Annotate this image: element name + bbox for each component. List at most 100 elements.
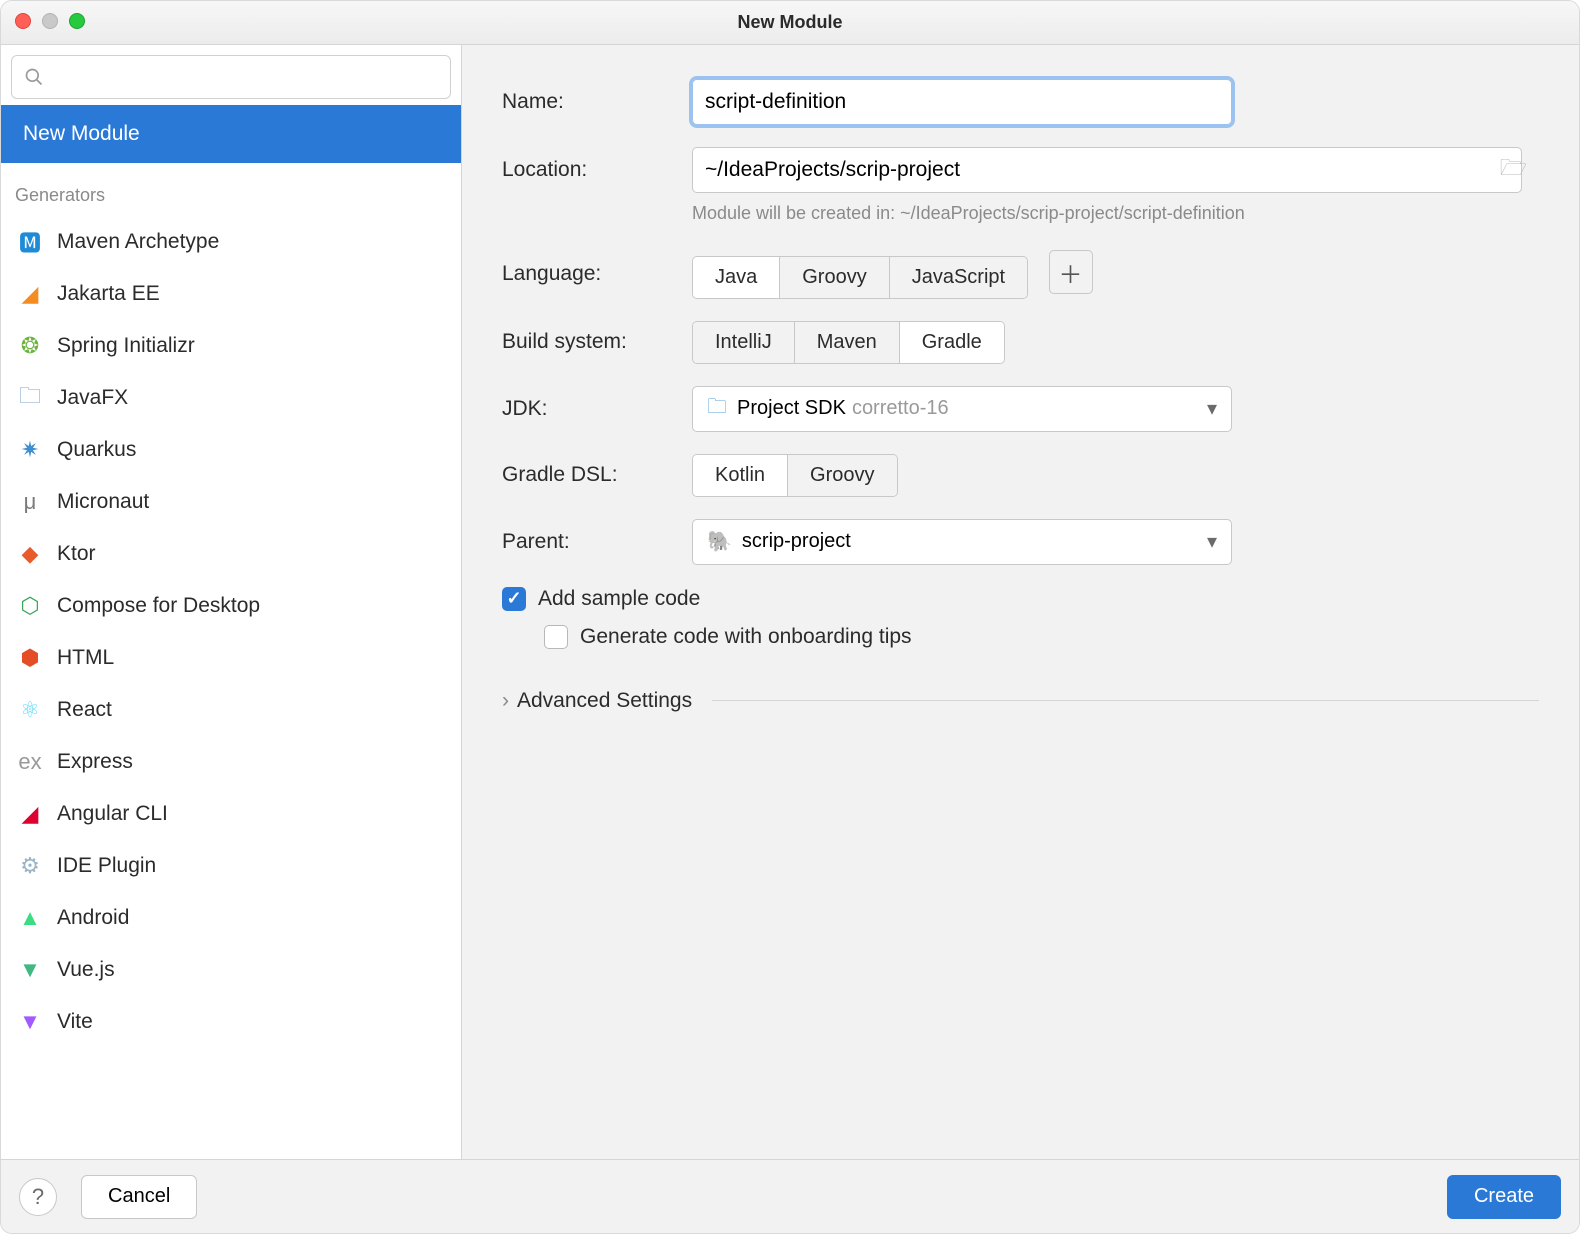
onboarding-tips-checkbox[interactable]: Generate code with onboarding tips (544, 625, 1539, 649)
sidebar-generators-header: Generators (1, 163, 461, 216)
sidebar-item-label: Maven Archetype (57, 230, 219, 254)
checkbox-checked-icon: ✓ (502, 587, 526, 611)
generator-icon: ❂ (17, 333, 43, 359)
language-label: Language: (502, 262, 692, 286)
sidebar-item-label: IDE Plugin (57, 854, 156, 878)
sidebar-item-react[interactable]: ⚛ React (1, 684, 461, 736)
sidebar-item-ktor[interactable]: ◆Ktor (1, 528, 461, 580)
search-icon (24, 67, 44, 87)
sidebar-item-angular-cli[interactable]: ◢ Angular CLI (1, 788, 461, 840)
sidebar-item-jakarta-ee[interactable]: ◢ Jakarta EE (1, 268, 461, 320)
add-language-button[interactable]: ＋ (1049, 250, 1093, 294)
generator-icon: ⬡ (17, 593, 43, 619)
parent-label: Parent: (502, 530, 692, 554)
sidebar-item-vite[interactable]: ▼ Vite (1, 996, 461, 1048)
generator-icon: ⚙ (17, 853, 43, 879)
elephant-icon: 🐘 (707, 529, 732, 554)
footer: ? Cancel Create (1, 1159, 1579, 1233)
generator-icon: ⚛ (17, 697, 43, 723)
sidebar-item-express[interactable]: ex Express (1, 736, 461, 788)
sidebar-item-compose-for-desktop[interactable]: ⬡ Compose for Desktop (1, 580, 461, 632)
browse-folder-icon[interactable]: 🗁 (1500, 151, 1527, 189)
build-option-gradle[interactable]: Gradle (900, 322, 1004, 363)
generator-icon: ▲ (17, 905, 43, 931)
cancel-button[interactable]: Cancel (81, 1175, 197, 1219)
generator-icon: 🅼 (17, 229, 43, 255)
parent-value: scrip-project (742, 530, 851, 553)
minimize-window-icon (42, 13, 58, 29)
language-option-javascript[interactable]: JavaScript (890, 257, 1027, 298)
add-sample-code-label: Add sample code (538, 587, 700, 611)
main-panel: Name: Location: 🗁 Module will be created… (462, 45, 1579, 1159)
build-system-label: Build system: (502, 330, 692, 354)
generator-icon: μ (17, 489, 43, 515)
create-button[interactable]: Create (1447, 1175, 1561, 1219)
sidebar-item-label: HTML (57, 646, 114, 670)
search-input[interactable] (11, 55, 451, 99)
language-option-java[interactable]: Java (693, 257, 780, 298)
name-input[interactable] (692, 79, 1232, 125)
checkbox-unchecked-icon (544, 625, 568, 649)
sidebar-item-spring-initializr[interactable]: ❂ Spring Initializr (1, 320, 461, 372)
sidebar-item-maven-archetype[interactable]: 🅼 Maven Archetype (1, 216, 461, 268)
chevron-right-icon: › (502, 689, 509, 713)
sidebar-item-label: Vite (57, 1010, 93, 1034)
parent-dropdown[interactable]: 🐘 scrip-project ▾ (692, 519, 1232, 565)
location-label: Location: (502, 158, 692, 182)
sidebar-item-label: React (57, 698, 112, 722)
chevron-down-icon: ▾ (1207, 396, 1217, 421)
sidebar-category-new-module[interactable]: New Module (1, 105, 461, 163)
dsl-option-groovy[interactable]: Groovy (788, 455, 896, 496)
sidebar-item-javafx[interactable]: 🗀 JavaFX (1, 372, 461, 424)
sidebar-item-label: JavaFX (57, 386, 128, 410)
generator-icon: ex (17, 749, 43, 775)
generator-icon: ▼ (17, 957, 43, 983)
dsl-option-kotlin[interactable]: Kotlin (693, 455, 788, 496)
name-label: Name: (502, 90, 692, 114)
generator-icon: ◢ (17, 281, 43, 307)
sidebar-item-label: Android (57, 906, 129, 930)
sidebar-item-label: Compose for Desktop (57, 594, 260, 618)
advanced-settings-toggle[interactable]: › Advanced Settings (502, 689, 1539, 713)
sidebar-item-quarkus[interactable]: ✷Quarkus (1, 424, 461, 476)
maximize-window-icon[interactable] (69, 13, 85, 29)
build-system-segment: IntelliJMavenGradle (692, 321, 1005, 364)
build-option-maven[interactable]: Maven (795, 322, 900, 363)
sidebar-item-label: Vue.js (57, 958, 115, 982)
folder-icon: 🗀 (707, 392, 727, 426)
close-window-icon[interactable] (15, 13, 31, 29)
build-option-intellij[interactable]: IntelliJ (693, 322, 795, 363)
onboarding-tips-label: Generate code with onboarding tips (580, 625, 912, 649)
sidebar-item-vue-js[interactable]: ▼ Vue.js (1, 944, 461, 996)
advanced-settings-label: Advanced Settings (517, 689, 692, 713)
sidebar-item-label: Ktor (57, 542, 96, 566)
help-button[interactable]: ? (19, 1178, 57, 1216)
jdk-dropdown[interactable]: 🗀 Project SDK corretto-16 ▾ (692, 386, 1232, 432)
titlebar: New Module (1, 1, 1579, 45)
language-segment: JavaGroovyJavaScript (692, 256, 1028, 299)
divider (712, 700, 1539, 701)
gradle-dsl-segment: KotlinGroovy (692, 454, 898, 497)
sidebar-item-label: Express (57, 750, 133, 774)
language-option-groovy[interactable]: Groovy (780, 257, 889, 298)
location-hint: Module will be created in: ~/IdeaProject… (692, 203, 1539, 224)
jdk-suffix: corretto-16 (852, 397, 949, 420)
sidebar-item-label: Angular CLI (57, 802, 168, 826)
sidebar-item-micronaut[interactable]: μMicronaut (1, 476, 461, 528)
sidebar-item-label: Jakarta EE (57, 282, 160, 306)
sidebar-item-label: Quarkus (57, 438, 136, 462)
add-sample-code-checkbox[interactable]: ✓ Add sample code (502, 587, 1539, 611)
generator-icon: 🗀 (17, 385, 43, 411)
chevron-down-icon: ▾ (1207, 529, 1217, 554)
sidebar-item-ide-plugin[interactable]: ⚙ IDE Plugin (1, 840, 461, 892)
jdk-value: Project SDK (737, 397, 846, 420)
location-input[interactable] (692, 147, 1522, 193)
sidebar-item-label: Spring Initializr (57, 334, 195, 358)
sidebar-item-android[interactable]: ▲ Android (1, 892, 461, 944)
sidebar-item-html[interactable]: ⬢ HTML (1, 632, 461, 684)
window-controls (15, 13, 85, 29)
generator-icon: ▼ (17, 1009, 43, 1035)
generator-icon: ⬢ (17, 645, 43, 671)
generator-icon: ◢ (17, 801, 43, 827)
jdk-label: JDK: (502, 397, 692, 421)
